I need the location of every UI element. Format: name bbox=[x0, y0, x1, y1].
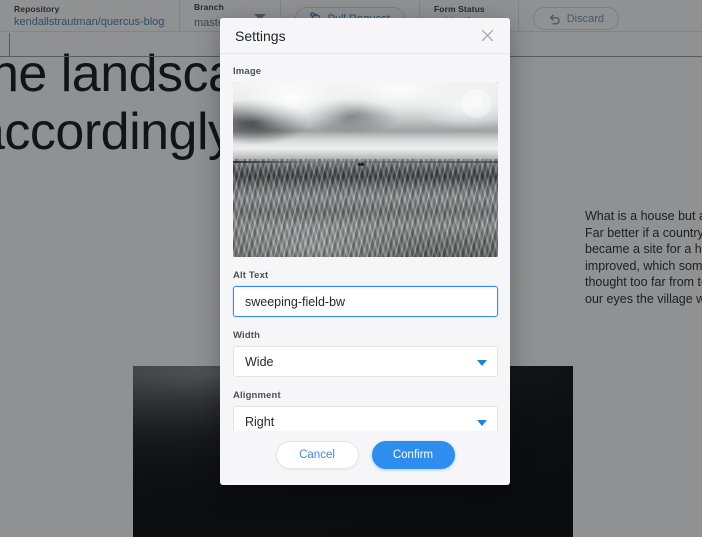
image-figures bbox=[357, 161, 365, 167]
width-select-wrap: Wide bbox=[233, 346, 498, 377]
modal-header: Settings bbox=[220, 18, 510, 54]
modal-footer: Cancel Confirm bbox=[220, 431, 510, 485]
width-label: Width bbox=[233, 330, 261, 341]
image-label: Image bbox=[233, 66, 262, 77]
cancel-button[interactable]: Cancel bbox=[275, 441, 359, 469]
alt-text-input[interactable] bbox=[233, 286, 498, 317]
alignment-field: Alignment Right bbox=[233, 390, 498, 431]
image-preview-photo bbox=[233, 82, 498, 257]
close-icon[interactable] bbox=[478, 27, 496, 45]
alt-text-field: Alt Text bbox=[233, 270, 498, 317]
app-root: Repository kendallstrautman/quercus-blog… bbox=[0, 0, 702, 537]
width-field: Width Wide bbox=[233, 330, 498, 377]
settings-modal: Settings Image Alt Text sweeping-field-b… bbox=[220, 18, 510, 485]
width-select[interactable]: Wide bbox=[233, 346, 498, 377]
alignment-select-wrap: Right bbox=[233, 406, 498, 431]
delete-image-button[interactable] bbox=[462, 89, 491, 118]
confirm-button[interactable]: Confirm bbox=[371, 441, 455, 469]
modal-body: Image Alt Text sweeping-field-bw Width W… bbox=[220, 54, 510, 431]
image-horizon-line bbox=[233, 160, 498, 163]
alt-text-label: Alt Text bbox=[233, 270, 269, 281]
alignment-select[interactable]: Right bbox=[233, 406, 498, 431]
trash-icon bbox=[471, 95, 483, 113]
alignment-label: Alignment bbox=[233, 390, 281, 401]
image-field: Image bbox=[233, 66, 498, 257]
modal-title: Settings bbox=[235, 27, 286, 44]
image-preview[interactable] bbox=[233, 82, 498, 257]
